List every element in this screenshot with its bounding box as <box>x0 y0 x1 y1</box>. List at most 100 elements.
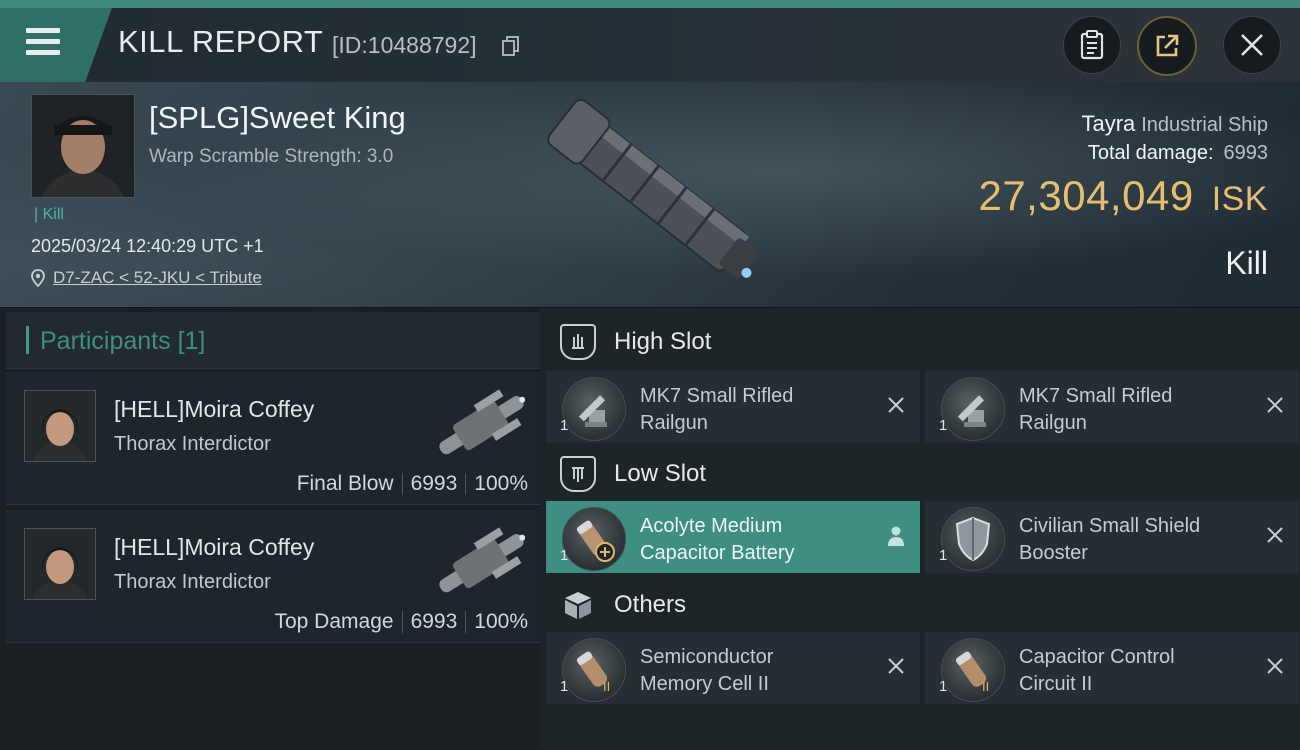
ship-name[interactable]: Tayra <box>1081 111 1135 136</box>
remove-icon[interactable] <box>1265 656 1285 676</box>
svg-text:II: II <box>982 679 989 694</box>
module-name-line1: Semiconductor <box>640 646 774 668</box>
menu-button[interactable] <box>22 24 64 60</box>
remove-icon[interactable] <box>1265 395 1285 415</box>
attacker-avatar[interactable] <box>24 528 96 600</box>
top-accent-line <box>0 0 1300 8</box>
isk-unit: ISK <box>1211 180 1268 218</box>
victim-ship-image <box>547 98 759 278</box>
page-title: KILL REPORT <box>118 24 324 59</box>
stat-divider <box>401 611 403 633</box>
module-qty: 1 <box>560 547 569 564</box>
low-slot-label: Low Slot <box>614 460 707 487</box>
victim-name[interactable]: [SPLG]Sweet King <box>149 100 406 136</box>
module-name-line1: MK7 Small Rifled <box>1019 385 1173 407</box>
module-name: Capacitor Control Circuit II <box>1019 644 1249 698</box>
kill-datetime: 2025/03/24 12:40:29 UTC +1 <box>31 236 264 256</box>
report-id: [ID:10488792] <box>332 32 477 58</box>
module-item[interactable]: II 1 Capacitor Control Circuit II <box>925 632 1299 704</box>
warp-scramble-strength: Warp Scramble Strength: 3.0 <box>149 146 394 167</box>
capacitor-battery-icon <box>562 507 626 571</box>
copy-icon[interactable] <box>502 36 520 56</box>
participants-accent <box>26 326 29 354</box>
attacker-name[interactable]: [HELL]Moira Coffey <box>114 534 314 561</box>
total-damage: Total damage: 6993 <box>1088 142 1268 165</box>
remove-icon[interactable] <box>1265 525 1285 545</box>
low-slot-icon <box>560 456 596 492</box>
location-text: D7-ZAC < 52-JKU < Tribute <box>53 268 262 287</box>
participant-row[interactable]: [HELL]Moira Coffey Thorax Interdictor Fi… <box>6 372 540 505</box>
high-slot-label: High Slot <box>614 328 712 355</box>
module-item[interactable]: II 1 Semiconductor Memory Cell II <box>546 632 920 704</box>
module-name: Civilian Small Shield Booster <box>1019 513 1249 567</box>
location-pin-icon <box>31 269 45 287</box>
module-name-line1: MK7 Small Rifled <box>640 385 794 407</box>
ship-info: Tayra Industrial Ship <box>1081 111 1268 137</box>
others-header: Others <box>540 575 1300 635</box>
railgun-icon <box>562 377 626 441</box>
shield-booster-icon <box>941 507 1005 571</box>
module-qty: 1 <box>939 678 948 695</box>
total-damage-value: 6993 <box>1223 142 1269 164</box>
module-name-line2: Railgun <box>640 412 708 434</box>
attacker-ship: Thorax Interdictor <box>114 571 271 593</box>
stat-divider <box>465 611 467 633</box>
stat-divider <box>465 473 467 495</box>
stat-divider <box>401 473 403 495</box>
high-slot-header: High Slot <box>540 312 1300 372</box>
module-name: Acolyte Medium Capacitor Battery <box>640 513 870 567</box>
attacker-ship-image <box>439 389 526 455</box>
attacker-ship: Thorax Interdictor <box>114 433 271 455</box>
attacker-tag: Final Blow <box>296 472 394 495</box>
clipboard-button[interactable] <box>1063 16 1121 74</box>
kill-location-link[interactable]: D7-ZAC < 52-JKU < Tribute <box>31 268 262 288</box>
participants-title: Participants [1] <box>40 327 205 356</box>
high-slot-icon <box>560 324 596 360</box>
participants-count: [1] <box>177 327 206 355</box>
module-name: Semiconductor Memory Cell II <box>640 644 870 698</box>
module-qty: 1 <box>939 417 948 434</box>
fitting-panel: High Slot 1 MK7 Small Rifled Railgun 1 MK… <box>540 308 1300 750</box>
others-label: Others <box>614 591 687 618</box>
module-name: MK7 Small Rifled Railgun <box>640 383 870 437</box>
victim-avatar <box>32 95 134 197</box>
module-name-line1: Civilian Small Shield <box>1019 515 1201 537</box>
remove-icon[interactable] <box>886 395 906 415</box>
attacker-tag: Top Damage <box>274 610 394 633</box>
kill-result: Kill <box>1225 245 1268 281</box>
module-name-line1: Acolyte Medium <box>640 515 783 537</box>
attacker-stats: Top Damage 6993 100% <box>274 610 528 634</box>
attacker-damage: 6993 <box>410 610 458 633</box>
remove-icon[interactable] <box>886 656 906 676</box>
module-item-selected[interactable]: 1 Acolyte Medium Capacitor Battery <box>546 501 920 573</box>
attacker-ship-image <box>439 527 526 593</box>
participants-label: Participants <box>40 327 171 355</box>
module-name-line2: Circuit II <box>1019 673 1093 695</box>
module-item[interactable]: 1 MK7 Small Rifled Railgun <box>546 371 920 443</box>
isk-amount: 27,304,049 <box>978 172 1194 219</box>
module-item[interactable]: 1 MK7 Small Rifled Railgun <box>925 371 1299 443</box>
module-name-line2: Memory Cell II <box>640 673 769 695</box>
attacker-stats: Final Blow 6993 100% <box>297 472 528 496</box>
capacitor-circuit-icon: II <box>941 638 1005 702</box>
share-button[interactable] <box>1137 16 1197 76</box>
ship-class: Industrial Ship <box>1141 114 1268 136</box>
module-name-line2: Railgun <box>1019 412 1087 434</box>
module-item[interactable]: 1 Civilian Small Shield Booster <box>925 501 1299 573</box>
attacker-damage: 6993 <box>410 472 458 495</box>
attacker-name[interactable]: [HELL]Moira Coffey <box>114 396 314 423</box>
close-button[interactable] <box>1223 16 1281 74</box>
kill-tag: | Kill <box>34 206 64 223</box>
person-icon[interactable] <box>886 525 906 547</box>
cube-icon <box>560 587 596 623</box>
participant-row[interactable]: [HELL]Moira Coffey Thorax Interdictor To… <box>6 510 540 643</box>
low-slot-header: Low Slot <box>540 444 1300 504</box>
kill-tag-label: Kill <box>42 206 64 223</box>
attacker-avatar[interactable] <box>24 390 96 462</box>
share-icon <box>1156 34 1179 57</box>
module-qty: 1 <box>560 678 569 695</box>
module-name-line1: Capacitor Control <box>1019 646 1175 668</box>
module-qty: 1 <box>560 417 569 434</box>
attacker-percent: 100% <box>474 610 528 633</box>
victim-portrait[interactable] <box>31 94 135 198</box>
